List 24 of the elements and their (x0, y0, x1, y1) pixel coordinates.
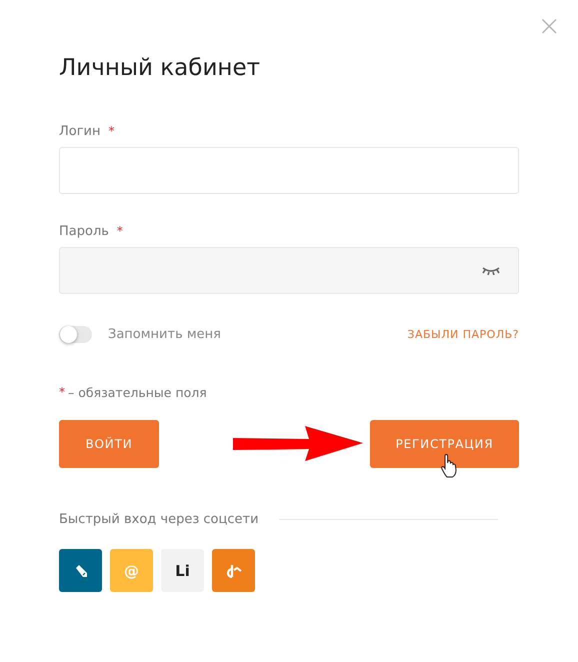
social-heading: Быстрый вход через соцсети (59, 512, 259, 527)
required-note: – обязательные поля (68, 384, 207, 400)
close-button[interactable]: × (538, 10, 561, 42)
social-login-button[interactable] (59, 549, 102, 592)
social-login-button[interactable] (212, 549, 255, 592)
remember-toggle[interactable] (59, 326, 92, 342)
pencil-icon (74, 564, 88, 578)
required-mark: * (116, 224, 123, 238)
remember-label: Запомнить меня (108, 326, 222, 342)
social-login-button[interactable]: Li (161, 549, 204, 592)
required-mark: * (59, 385, 65, 399)
login-field[interactable] (59, 147, 519, 194)
password-field[interactable] (59, 247, 519, 294)
social-login-button[interactable]: @ (110, 549, 153, 592)
closed-eye-icon[interactable] (482, 266, 500, 275)
login-button[interactable]: ВОЙТИ (59, 420, 159, 468)
required-mark: * (108, 124, 115, 138)
field-label: Логин (59, 124, 101, 139)
modal-title: Личный кабинет (59, 54, 261, 83)
hand-cursor-icon (440, 454, 458, 478)
forgot-password-link[interactable]: ЗАБЫЛИ ПАРОЛЬ? (407, 328, 519, 340)
arrow-icon (233, 426, 363, 462)
field-label: Пароль (59, 224, 109, 239)
register-button[interactable]: РЕГИСТРАЦИЯ (370, 420, 519, 468)
